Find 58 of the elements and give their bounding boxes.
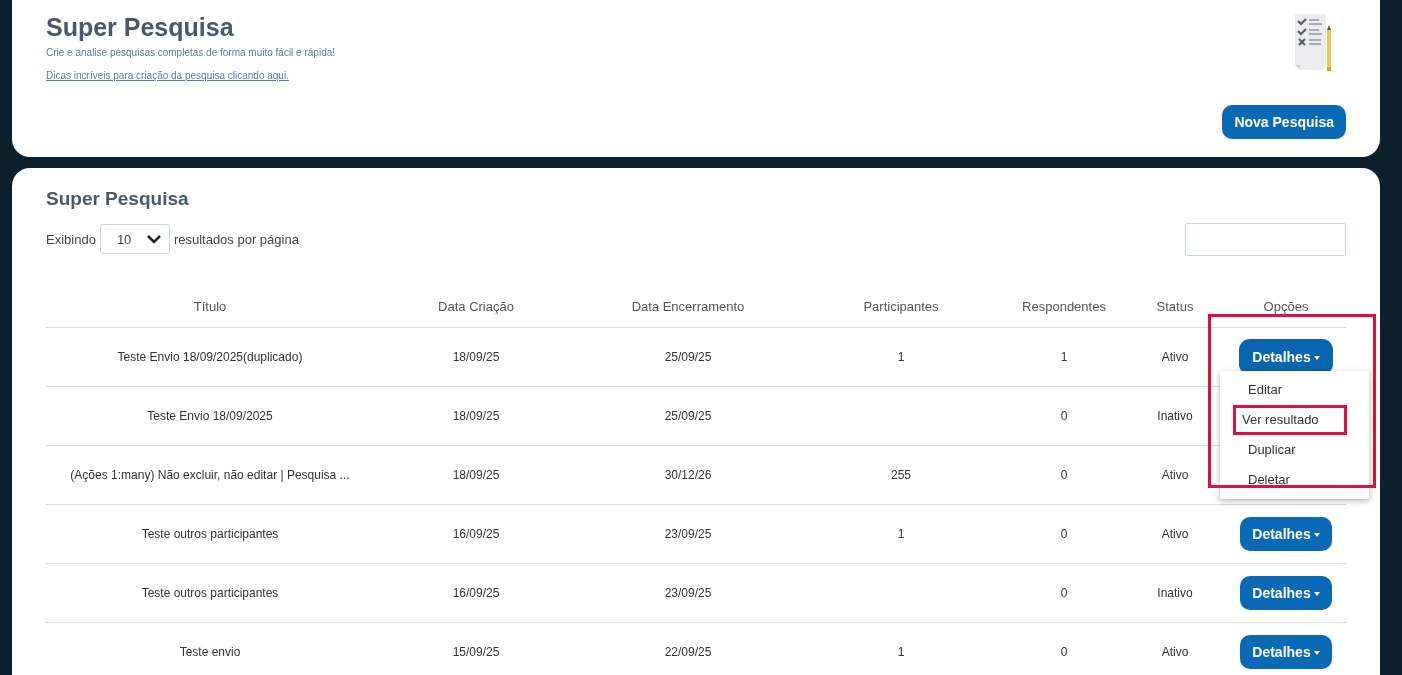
column-header: Data Criação: [374, 285, 578, 328]
column-header: Título: [46, 285, 374, 328]
table-cell: Ativo: [1161, 350, 1189, 365]
table-cell: 0: [1060, 586, 1068, 601]
section-title: Super Pesquisa: [46, 188, 190, 211]
details-button[interactable]: Detalhes: [1240, 635, 1332, 670]
table-cell: Ativo: [1161, 468, 1189, 483]
table-cell: 30/12/26: [664, 468, 712, 483]
table-cell: 18/09/25: [452, 350, 500, 365]
table-cell: Inativo: [1157, 586, 1193, 601]
table-cell: 0: [1060, 527, 1068, 542]
table-cell: 0: [1060, 409, 1068, 424]
table-cell: 1: [897, 645, 905, 660]
table-cell: 25/09/25: [664, 409, 712, 424]
new-survey-button[interactable]: Nova Pesquisa: [1222, 105, 1346, 139]
table-cell: 0: [1060, 645, 1068, 660]
table-cell: 0: [1060, 468, 1068, 483]
search-field[interactable]: [1185, 222, 1346, 256]
table-cell: Ativo: [1161, 645, 1189, 660]
menu-item[interactable]: Duplicar: [1226, 435, 1362, 465]
table-cell: 23/09/25: [664, 527, 712, 542]
table-cell: (Ações 1:many) Não excluir, não editar | Pesquisa ...: [70, 468, 350, 483]
table-cell: 22/09/25: [664, 645, 712, 660]
table-cell: 1: [897, 527, 905, 542]
label-text: resultados por página: [173, 230, 299, 249]
menu-item[interactable]: Deletar: [1226, 465, 1362, 495]
table-cell: Teste Envio 18/09/2025: [147, 409, 273, 424]
table-cell: Teste envio: [179, 645, 241, 660]
table-cell: 25/09/25: [664, 350, 712, 365]
page-size-select[interactable]: 10: [99, 224, 170, 255]
table-cell: 16/09/25: [452, 586, 500, 601]
table-cell: Ativo: [1161, 527, 1189, 542]
table-cell: Teste Envio 18/09/2025(duplicado): [117, 350, 303, 365]
column-header: Participantes: [798, 285, 1004, 328]
page-subtitle: Crie e analise pesquisas completas de forma muito fácil e rápida!: [46, 45, 337, 60]
table-cell: Inativo: [1157, 409, 1193, 424]
details-button[interactable]: Detalhes: [1240, 576, 1332, 611]
column-header: Opções: [1226, 285, 1346, 328]
table-cell: 23/09/25: [664, 586, 712, 601]
column-header: Respondentes: [1004, 285, 1124, 328]
menu-item[interactable]: Ver resultado: [1233, 405, 1347, 435]
table-cell: 18/09/25: [452, 468, 500, 483]
menu-item[interactable]: Editar: [1226, 375, 1362, 405]
column-header: Status: [1124, 285, 1226, 328]
tips-link[interactable]: Dicas incríveis para criação da pesquisa clicando aqui.: [46, 67, 289, 83]
table-cell: Teste outros participantes: [141, 527, 279, 542]
table-cell: 15/09/25: [452, 645, 500, 660]
table-cell: 255: [891, 468, 911, 483]
table-cell: 16/09/25: [452, 527, 500, 542]
table-cell: Teste outros participantes: [141, 586, 279, 601]
table-cell: 18/09/25: [452, 409, 500, 424]
column-header: Data Encerramento: [578, 285, 798, 328]
chevron-down-icon: [146, 234, 161, 244]
label-text: Exibindo: [46, 230, 96, 249]
details-button[interactable]: Detalhes: [1240, 517, 1332, 552]
table-cell: 1: [1060, 350, 1068, 365]
table-cell: 1: [897, 350, 905, 365]
page-title: Super Pesquisa: [46, 14, 235, 42]
